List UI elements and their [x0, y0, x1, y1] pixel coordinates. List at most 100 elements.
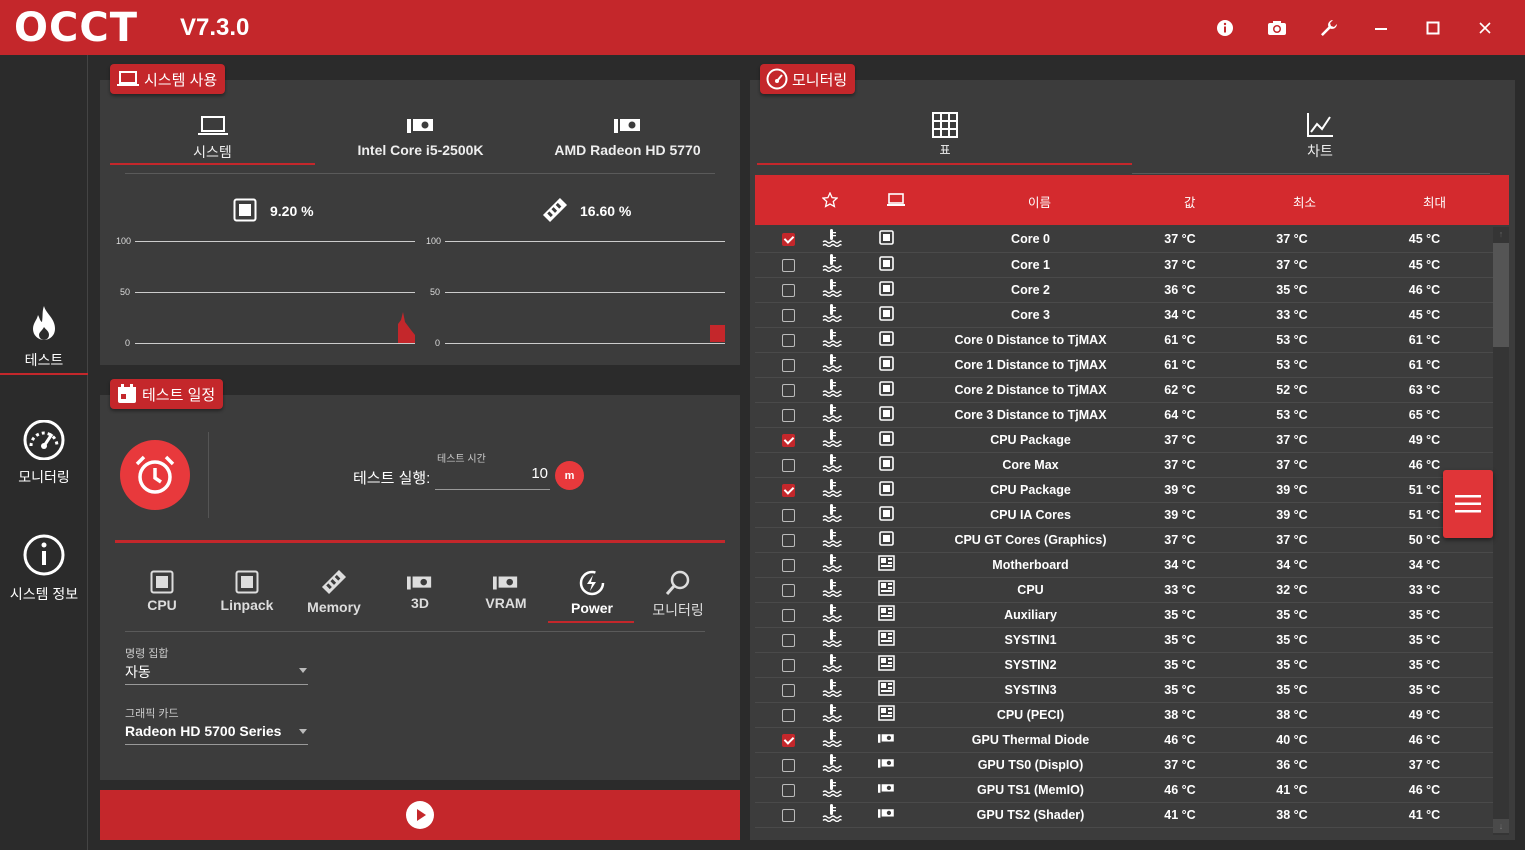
row-checkbox[interactable]	[781, 408, 795, 422]
table-row[interactable]: GPU TS2 (Shader) 41 °C 38 °C 41 °C	[755, 802, 1493, 828]
row-checkbox[interactable]	[781, 308, 795, 322]
sidebar-item-monitoring[interactable]: 모니터링	[0, 419, 88, 490]
test-cpu-button[interactable]: CPU	[130, 570, 194, 613]
row-checkbox[interactable]	[781, 608, 795, 622]
table-row[interactable]: Core Max 37 °C 37 °C 46 °C	[755, 452, 1493, 478]
scrollbar[interactable]: ↑ ↓	[1493, 227, 1509, 835]
sensor-max: 63 °C	[1356, 377, 1493, 403]
column-max[interactable]: 최대	[1423, 192, 1446, 211]
test-vram-button[interactable]: VRAM	[474, 574, 538, 611]
table-row[interactable]: CPU Package 37 °C 37 °C 49 °C	[755, 427, 1493, 453]
row-checkbox[interactable]	[781, 358, 795, 372]
row-checkbox[interactable]	[781, 458, 795, 472]
tab-indicator	[110, 163, 315, 165]
table-row[interactable]: CPU (PECI) 38 °C 38 °C 49 °C	[755, 702, 1493, 728]
row-checkbox[interactable]	[781, 583, 795, 597]
minimize-icon[interactable]	[1355, 14, 1407, 42]
scroll-down-icon[interactable]: ↓	[1493, 819, 1509, 833]
graphics-card-select[interactable]: Radeon HD 5700 Series	[125, 723, 281, 739]
tab-table[interactable]: 표	[760, 112, 1130, 158]
star-icon[interactable]	[822, 192, 838, 208]
table-row[interactable]: Core 0 37 °C 37 °C 45 °C	[755, 227, 1493, 253]
camera-icon[interactable]	[1251, 14, 1303, 42]
tab-chart[interactable]: 차트	[1135, 112, 1505, 161]
row-checkbox[interactable]	[781, 733, 795, 747]
table-row[interactable]: SYSTIN3 35 °C 35 °C 35 °C	[755, 677, 1493, 703]
table-row[interactable]: CPU Package 39 °C 39 °C 51 °C	[755, 477, 1493, 503]
row-checkbox[interactable]	[781, 708, 795, 722]
wrench-icon[interactable]	[1303, 14, 1355, 42]
scroll-up-icon[interactable]: ↑	[1496, 229, 1506, 239]
chevron-down-icon[interactable]	[299, 729, 307, 734]
row-checkbox[interactable]	[781, 808, 795, 822]
sensor-min: 37 °C	[1228, 227, 1356, 253]
table-row[interactable]: SYSTIN1 35 °C 35 °C 35 °C	[755, 627, 1493, 653]
table-row[interactable]: Core 1 Distance to TjMAX 61 °C 53 °C 61 °C	[755, 352, 1493, 378]
row-checkbox[interactable]	[781, 758, 795, 772]
motherboard-icon	[877, 630, 895, 646]
column-min[interactable]: 최소	[1293, 192, 1316, 211]
info-icon[interactable]	[1199, 14, 1251, 42]
column-name[interactable]: 이름	[1028, 192, 1051, 211]
row-checkbox[interactable]	[781, 258, 795, 272]
row-checkbox[interactable]	[781, 433, 795, 447]
cpu-usage-icon	[233, 198, 257, 222]
maximize-icon[interactable]	[1407, 14, 1459, 42]
table-row[interactable]: Auxiliary 35 °C 35 °C 35 °C	[755, 602, 1493, 628]
duration-unit-button[interactable]: m	[555, 461, 584, 490]
instruction-set-select[interactable]: 자동	[125, 662, 151, 682]
row-checkbox[interactable]	[781, 633, 795, 647]
monitoring-tag: 모니터링	[760, 64, 856, 94]
test-monitoring-button[interactable]: 모니터링	[645, 569, 711, 620]
table-row[interactable]: GPU TS1 (MemIO) 46 °C 41 °C 46 °C	[755, 777, 1493, 803]
table-row[interactable]: Core 2 Distance to TjMAX 62 °C 52 °C 63 °C	[755, 377, 1493, 403]
sensor-min: 35 °C	[1228, 627, 1356, 653]
table-row[interactable]: CPU GT Cores (Graphics) 37 °C 37 °C 50 °C	[755, 527, 1493, 553]
table-row[interactable]: GPU Thermal Diode 46 °C 40 °C 46 °C	[755, 727, 1493, 753]
floating-menu-button[interactable]	[1443, 470, 1493, 538]
row-checkbox[interactable]	[781, 233, 795, 247]
sensor-table: Core 0 37 °C 37 °C 45 °C Core 1 37 °C 37 °C 45 …	[755, 227, 1493, 828]
table-row[interactable]: Core 0 Distance to TjMAX 61 °C 53 °C 61 °C	[755, 327, 1493, 353]
cpu-icon	[878, 530, 894, 546]
table-row[interactable]: Motherboard 34 °C 34 °C 34 °C	[755, 552, 1493, 578]
table-row[interactable]: Core 1 37 °C 37 °C 45 °C	[755, 252, 1493, 278]
table-row[interactable]: Core 2 36 °C 35 °C 46 °C	[755, 277, 1493, 303]
row-checkbox[interactable]	[781, 658, 795, 672]
column-value[interactable]: 값	[1184, 192, 1196, 211]
table-row[interactable]: CPU 33 °C 32 °C 33 °C	[755, 577, 1493, 603]
row-checkbox[interactable]	[781, 533, 795, 547]
row-checkbox[interactable]	[781, 558, 795, 572]
tab-gpu[interactable]: AMD Radeon HD 5770	[525, 117, 730, 158]
row-checkbox[interactable]	[781, 508, 795, 522]
test-memory-button[interactable]: Memory	[300, 568, 368, 615]
row-checkbox[interactable]	[781, 683, 795, 697]
table-row[interactable]: Core 3 34 °C 33 °C 45 °C	[755, 302, 1493, 328]
tab-system[interactable]: 시스템	[110, 115, 315, 162]
table-row[interactable]: Core 3 Distance to TjMAX 64 °C 53 °C 65 °C	[755, 402, 1493, 428]
row-checkbox[interactable]	[781, 283, 795, 297]
row-checkbox[interactable]	[781, 383, 795, 397]
table-row[interactable]: CPU IA Cores 39 °C 39 °C 51 °C	[755, 502, 1493, 528]
row-checkbox[interactable]	[781, 333, 795, 347]
test-linpack-button[interactable]: Linpack	[215, 570, 279, 613]
start-test-button[interactable]	[100, 790, 740, 840]
row-checkbox[interactable]	[781, 483, 795, 497]
test-power-button[interactable]: Power	[550, 569, 634, 616]
test-3d-button[interactable]: 3D	[388, 574, 452, 611]
chip-icon	[406, 119, 433, 133]
alarm-clock-button[interactable]	[120, 440, 190, 510]
chevron-down-icon[interactable]	[299, 668, 307, 673]
sidebar-item-test[interactable]: 테스트	[0, 305, 88, 375]
close-icon[interactable]	[1459, 14, 1511, 42]
sensor-max: 65 °C	[1356, 402, 1493, 428]
table-row[interactable]: GPU TS0 (DispIO) 37 °C 36 °C 37 °C	[755, 752, 1493, 778]
row-checkbox[interactable]	[781, 783, 795, 797]
motherboard-icon	[877, 705, 895, 721]
table-row[interactable]: SYSTIN2 35 °C 35 °C 35 °C	[755, 652, 1493, 678]
sidebar-item-system-info[interactable]: 시스템 정보	[0, 533, 88, 603]
scrollbar-thumb[interactable]	[1493, 243, 1509, 347]
tab-cpu[interactable]: Intel Core i5-2500K	[318, 117, 523, 158]
duration-input[interactable]: 10	[437, 465, 550, 489]
laptop-icon[interactable]	[886, 193, 906, 207]
